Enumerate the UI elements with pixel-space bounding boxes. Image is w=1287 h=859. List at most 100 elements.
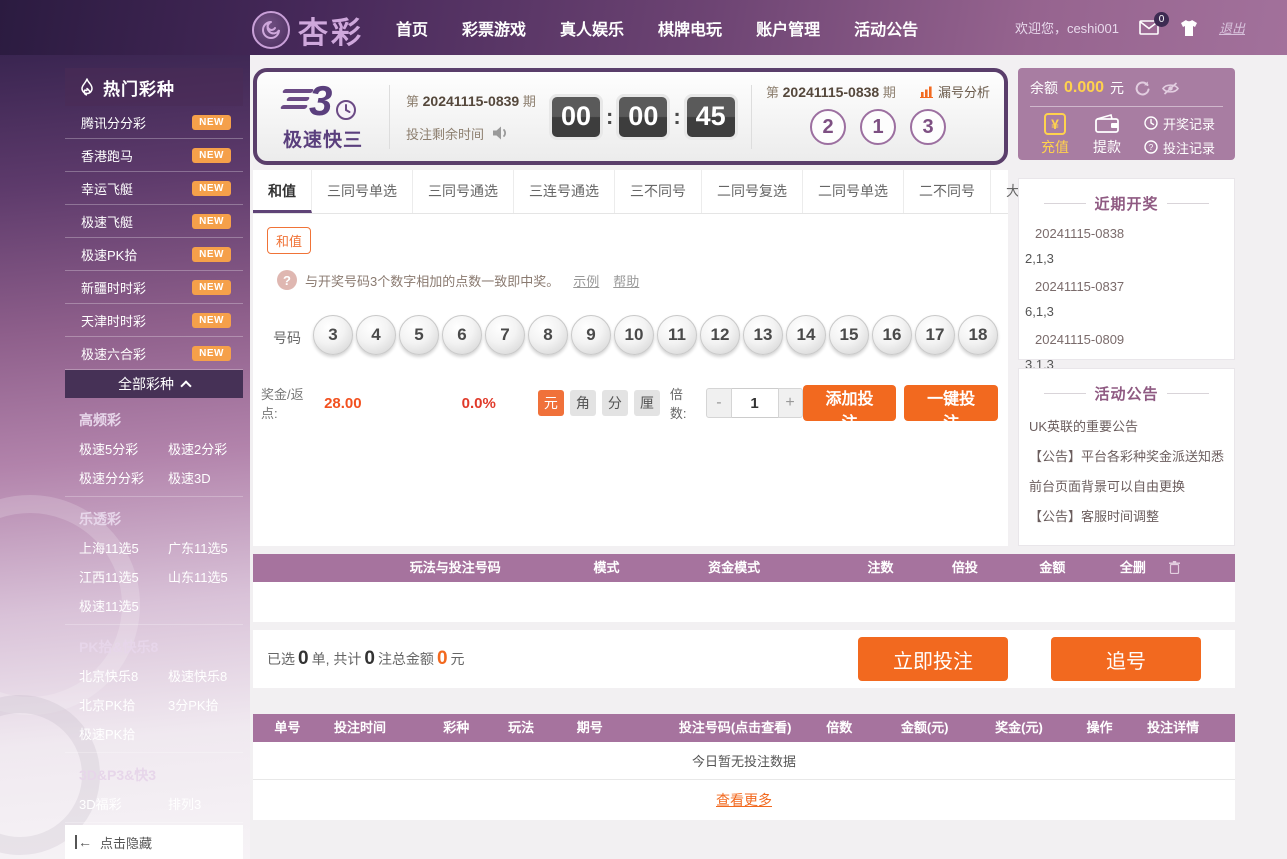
number-ball-14[interactable]: 14: [786, 315, 826, 355]
lottery-link[interactable]: 极速5分彩: [65, 434, 154, 463]
lottery-link[interactable]: 3D福彩: [65, 789, 154, 818]
speaker-icon[interactable]: [492, 125, 510, 141]
lottery-link[interactable]: 广东11选5: [154, 533, 243, 562]
quick-bet-button[interactable]: 一键投注: [904, 385, 998, 421]
sidebar-item-tjssc[interactable]: 天津时时彩NEW: [65, 304, 243, 337]
unit-jiao[interactable]: 角: [570, 390, 596, 416]
lottery-link[interactable]: 极速快乐8: [154, 661, 243, 690]
tab-santonghao-danxuan[interactable]: 三同号单选: [312, 170, 413, 213]
number-ball-13[interactable]: 13: [743, 315, 783, 355]
lottery-link[interactable]: 极速11选5: [65, 591, 154, 620]
nav-home[interactable]: 首页: [396, 16, 428, 40]
nav-board-games[interactable]: 棋牌电玩: [658, 16, 722, 40]
number-ball-8[interactable]: 8: [528, 315, 568, 355]
lottery-label: 极速六合彩: [81, 344, 146, 363]
lottery-link[interactable]: 排列3: [154, 789, 243, 818]
lottery-link[interactable]: 北京快乐8: [65, 661, 154, 690]
multiplier-plus-button[interactable]: +: [778, 388, 803, 418]
unit-fen[interactable]: 分: [602, 390, 628, 416]
number-ball-16[interactable]: 16: [872, 315, 912, 355]
sidebar-item-hkpm[interactable]: 香港跑马NEW: [65, 139, 243, 172]
yen-icon: ¥: [1044, 113, 1066, 135]
main-nav: 首页 彩票游戏 真人娱乐 棋牌电玩 账户管理 活动公告: [396, 0, 918, 55]
shirt-icon[interactable]: [1179, 19, 1199, 37]
logout-link[interactable]: 退出: [1219, 18, 1245, 37]
add-bet-button[interactable]: 添加投注: [803, 385, 897, 421]
all-lotteries-toggle[interactable]: 全部彩种: [65, 370, 243, 398]
number-ball-10[interactable]: 10: [614, 315, 654, 355]
tab-hezhi[interactable]: 和值: [253, 170, 312, 213]
site-logo[interactable]: 杏彩: [252, 8, 364, 52]
number-ball-15[interactable]: 15: [829, 315, 869, 355]
lottery-link[interactable]: 极速2分彩: [154, 434, 243, 463]
number-ball-7[interactable]: 7: [485, 315, 525, 355]
trash-icon[interactable]: [1169, 561, 1180, 574]
missing-analysis-link[interactable]: 漏号分析: [920, 82, 990, 101]
collapse-left-icon: ←: [75, 835, 92, 849]
refresh-icon[interactable]: [1134, 80, 1151, 97]
tab-ertonghao-fuxuan[interactable]: 二同号复选: [702, 170, 803, 213]
tab-sanbutonghao[interactable]: 三不同号: [615, 170, 702, 213]
draw-record-link[interactable]: 开奖记录: [1144, 114, 1215, 133]
eye-off-icon[interactable]: [1161, 81, 1180, 96]
number-ball-12[interactable]: 12: [700, 315, 740, 355]
lottery-link[interactable]: 极速分分彩: [65, 463, 154, 492]
new-badge: NEW: [192, 181, 231, 196]
sidebar-item-txffc[interactable]: 腾讯分分彩NEW: [65, 106, 243, 139]
lottery-link[interactable]: 上海11选5: [65, 533, 154, 562]
number-ball-18[interactable]: 18: [958, 315, 998, 355]
multiplier-input[interactable]: [732, 388, 778, 418]
announcement-item[interactable]: 【公告】客服时间调整: [1019, 502, 1234, 532]
nav-lottery[interactable]: 彩票游戏: [462, 16, 526, 40]
number-ball-4[interactable]: 4: [356, 315, 396, 355]
lottery-link[interactable]: 极速PK拾: [65, 719, 154, 748]
sidebar-item-jslhc[interactable]: 极速六合彩NEW: [65, 337, 243, 370]
help-link[interactable]: 帮助: [613, 271, 639, 290]
col-fund-mode: 资金模式: [708, 554, 760, 582]
announcement-item[interactable]: 前台页面背景可以自由更换: [1019, 472, 1234, 502]
number-ball-9[interactable]: 9: [571, 315, 611, 355]
lottery-link[interactable]: 北京PK拾: [65, 690, 154, 719]
withdraw-button[interactable]: 提款: [1084, 113, 1130, 157]
chase-number-button[interactable]: 追号: [1051, 637, 1201, 681]
bet-record-link[interactable]: ? 投注记录: [1144, 138, 1215, 157]
sidebar-item-jsft[interactable]: 极速飞艇NEW: [65, 205, 243, 238]
announcement-item[interactable]: UK英联的重要公告: [1019, 412, 1234, 442]
lottery-link[interactable]: 3分PK拾: [154, 690, 243, 719]
number-ball-5[interactable]: 5: [399, 315, 439, 355]
lottery-link[interactable]: 极速3D: [154, 463, 243, 492]
number-ball-11[interactable]: 11: [657, 315, 697, 355]
bet-now-button[interactable]: 立即投注: [858, 637, 1008, 681]
announcement-item[interactable]: 【公告】平台各彩种奖金派送知悉: [1019, 442, 1234, 472]
colon: :: [606, 104, 613, 130]
multiplier-label: 倍数:: [670, 384, 699, 422]
mail-icon[interactable]: 0: [1139, 20, 1159, 35]
nav-announcements[interactable]: 活动公告: [854, 16, 918, 40]
view-more-link[interactable]: 查看更多: [716, 790, 772, 810]
tab-santonghao-tongxuan[interactable]: 三同号通选: [413, 170, 514, 213]
lottery-link[interactable]: 江西11选5: [65, 562, 154, 591]
number-ball-17[interactable]: 17: [915, 315, 955, 355]
multiplier-minus-button[interactable]: -: [706, 388, 731, 418]
tab-erbutonghao[interactable]: 二不同号: [904, 170, 991, 213]
example-link[interactable]: 示例: [573, 271, 599, 290]
number-ball-6[interactable]: 6: [442, 315, 482, 355]
recent-draws-title: 近期开奖: [1019, 193, 1234, 214]
col-action: 操作: [1086, 714, 1112, 742]
lottery-link[interactable]: 山东11选5: [154, 562, 243, 591]
nav-account[interactable]: 账户管理: [756, 16, 820, 40]
sidebar-item-jspk10[interactable]: 极速PK拾NEW: [65, 238, 243, 271]
unit-yuan[interactable]: 元: [538, 390, 564, 416]
recharge-button[interactable]: ¥ 充值: [1032, 113, 1078, 157]
sidebar-item-xjssc[interactable]: 新疆时时彩NEW: [65, 271, 243, 304]
tab-sanlianhao-tongxuan[interactable]: 三连号通选: [514, 170, 615, 213]
new-badge: NEW: [192, 280, 231, 295]
sidebar-item-xyft[interactable]: 幸运飞艇NEW: [65, 172, 243, 205]
nav-live[interactable]: 真人娱乐: [560, 16, 624, 40]
hide-label: 点击隐藏: [100, 833, 152, 852]
delete-all-button[interactable]: 全删: [1120, 554, 1146, 582]
number-ball-3[interactable]: 3: [313, 315, 353, 355]
hide-sidebar-button[interactable]: ← 点击隐藏: [65, 825, 243, 859]
unit-li[interactable]: 厘: [634, 390, 660, 416]
tab-ertonghao-danxuan[interactable]: 二同号单选: [803, 170, 904, 213]
